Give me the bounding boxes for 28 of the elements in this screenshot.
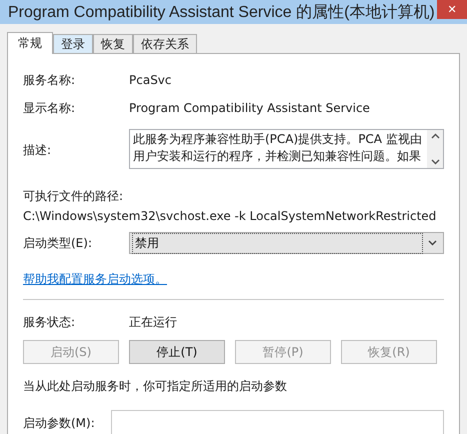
field-label: 可执行文件的路径: [23,188,124,205]
window-title: Program Compatibility Assistant Service 的属性(本地计算机) [8,2,435,22]
path-value: C:\Windows\system32\svchost.exe -k LocalSystemNetworkRestricted [23,209,438,223]
startup-type-dropdown[interactable]: 禁用 [129,232,444,254]
field-label: 启动类型(E): [23,234,93,252]
help-link[interactable]: 帮助我配置服务启动选项。 [23,271,167,288]
field-label: 描述: [23,142,52,158]
description-line: 用户安装和运行的程序，并检测已知兼容性问题。如果 [133,148,422,165]
tab[interactable]: 依存关系 [133,34,197,53]
service-button[interactable]: 停止(T) [129,340,225,364]
field-label: 服务名称: [23,72,76,88]
parameters-field[interactable] [110,410,444,434]
status-value: 正在运行 [129,314,177,330]
chevron-down-icon [428,240,437,246]
scroll-up-icon[interactable] [430,133,440,139]
tab[interactable]: 恢复 [93,34,133,53]
scroll-down-icon[interactable] [430,159,440,165]
field-label: 启动参数(M): [23,414,95,432]
hint-text: 当从此处启动服务时，你可指定所适用的启动参数 [23,378,288,395]
description-box[interactable]: 此服务为程序兼容性助手(PCA)提供支持。PCA 监视由 用户安装和运行的程序，并检测已知兼容性问题。如果 [129,129,444,169]
tab[interactable]: 常规 [7,32,53,54]
close-button[interactable]: ✕ [437,0,467,19]
field-value: PcaSvc [129,73,172,87]
tab[interactable]: 登录 [53,34,93,53]
field-label: 服务状态: [23,314,76,330]
field-value: Program Compatibility Assistant Service [129,101,370,115]
field-label: 显示名称: [23,100,76,116]
description-line: 此服务为程序兼容性助手(PCA)提供支持。PCA 监视由 [133,131,423,148]
